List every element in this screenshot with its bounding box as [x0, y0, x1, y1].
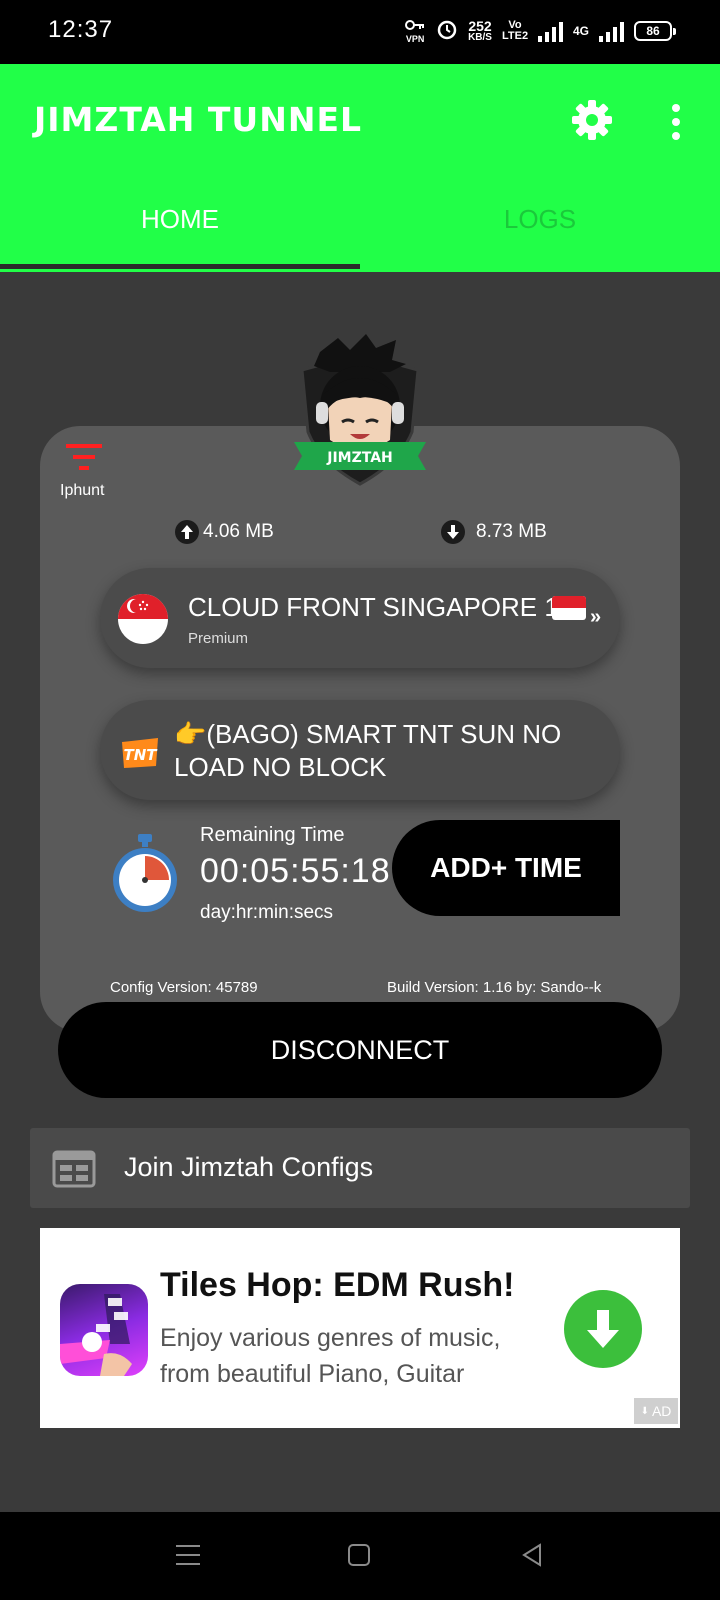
upload-arrow-icon — [175, 520, 199, 544]
svg-text:JIMZTAH: JIMZTAH — [326, 450, 393, 466]
settings-gear-icon[interactable] — [570, 98, 614, 142]
tnt-logo-icon: TNT — [118, 736, 162, 770]
upload-value: 4.06 MB — [203, 521, 274, 542]
volte-icon: Vo LTE2 — [501, 19, 529, 42]
battery-icon: 86 — [634, 21, 676, 41]
chevron-right-icon: » — [590, 606, 602, 628]
payload-name: 👉(BAGO) SMART TNT SUN NO LOAD NO BLOCK — [174, 719, 562, 782]
app-bar: JIMZTAH TUNNEL HOME LOGS — [0, 64, 720, 272]
ad-badge[interactable]: ⬇ AD — [634, 1398, 678, 1424]
alarm-icon — [436, 18, 458, 45]
singapore-flag-emoji-icon — [552, 596, 586, 620]
jimztah-logo: JIMZTAH — [280, 332, 440, 492]
back-icon[interactable] — [520, 1542, 544, 1568]
signal-icon-2 — [599, 20, 624, 42]
clock: 12:37 — [48, 16, 114, 43]
download-arrow-icon — [441, 520, 465, 544]
iphunt-label[interactable]: Iphunt — [60, 482, 104, 500]
tab-home[interactable]: HOME — [0, 204, 360, 235]
singapore-flag-icon — [118, 594, 168, 644]
stopwatch-icon — [110, 832, 180, 914]
build-version: Build Version: 1.16 by: Sando--k — [387, 979, 602, 996]
server-selector[interactable]: CLOUD FRONT SINGAPORE 1 » Premium — [100, 568, 620, 668]
net-speed: 252 KB/S — [468, 18, 492, 43]
add-time-button[interactable]: ADD+ TIME — [392, 820, 620, 916]
home-icon[interactable] — [348, 1544, 370, 1566]
recent-apps-icon[interactable] — [176, 1542, 200, 1568]
remaining-time-value: 00:05:55:18 — [200, 852, 391, 890]
remaining-time-format: day:hr:min:secs — [200, 902, 334, 923]
server-tier: Premium — [188, 630, 249, 647]
system-nav-bar — [0, 1512, 720, 1600]
join-configs-label: Join Jimztah Configs — [124, 1152, 374, 1182]
payload-selector[interactable]: TNT 👉(BAGO) SMART TNT SUN NO LOAD NO BLO… — [100, 700, 620, 800]
status-bar: 12:37 VPN 252 KB/S Vo LTE2 4G 86 — [0, 0, 720, 64]
calendar-icon — [52, 1148, 96, 1188]
tab-logs[interactable]: LOGS — [360, 204, 720, 235]
status-icons: VPN 252 KB/S Vo LTE2 4G 86 — [404, 14, 676, 48]
remaining-time-label: Remaining Time — [200, 824, 345, 846]
network-type-icon: 4G — [572, 23, 589, 38]
ad-title[interactable]: Tiles Hop: EDM Rush! — [160, 1266, 515, 1305]
ad-description: Enjoy various genres of music, from beau… — [160, 1324, 501, 1388]
download-value: 8.73 MB — [476, 521, 547, 542]
tab-indicator — [0, 264, 360, 269]
disconnect-button[interactable]: DISCONNECT — [58, 1002, 662, 1098]
more-options-icon[interactable] — [660, 102, 692, 142]
download-icon[interactable] — [564, 1290, 642, 1368]
join-configs-row[interactable]: Join Jimztah Configs — [30, 1128, 690, 1208]
filter-icon[interactable] — [64, 442, 104, 472]
app-title: JIMZTAH TUNNEL — [34, 100, 363, 139]
config-version: Config Version: 45789 — [110, 979, 258, 996]
vpn-key-icon: VPN — [404, 18, 426, 44]
server-name: CLOUD FRONT SINGAPORE 1 — [188, 592, 559, 622]
ad-banner[interactable]: Tiles Hop: EDM Rush! Enjoy various genre… — [40, 1228, 680, 1428]
signal-icon-1 — [537, 20, 563, 42]
svg-text:TNT: TNT — [123, 746, 158, 764]
tiles-hop-app-icon[interactable] — [60, 1284, 148, 1376]
